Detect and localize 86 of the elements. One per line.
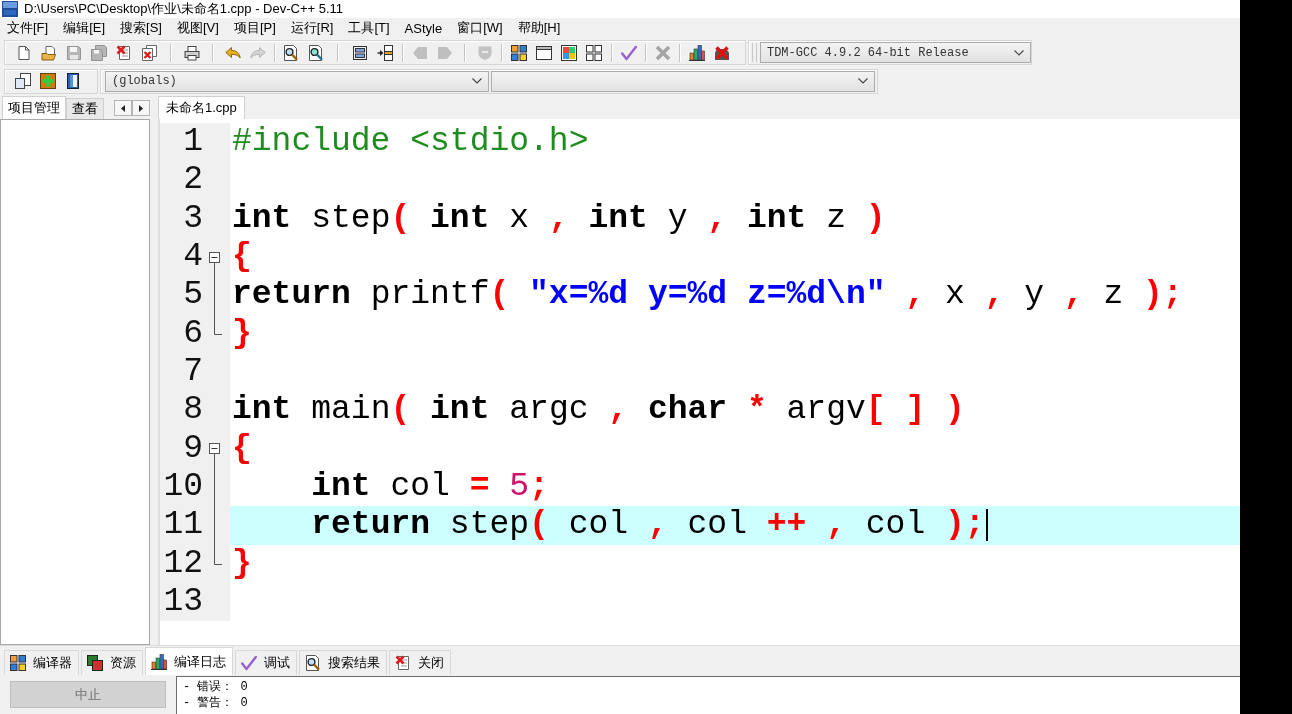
code-line: int col = 5; bbox=[311, 469, 549, 506]
panel-tab[interactable]: 编译器 bbox=[4, 650, 79, 675]
log-line: - 警告： 0 bbox=[183, 696, 248, 710]
code-line: #include <stdio.h> bbox=[232, 124, 589, 161]
pages-icon[interactable] bbox=[14, 73, 31, 89]
menu-item[interactable]: 编辑[E] bbox=[63, 19, 106, 37]
file-tab[interactable]: 未命名1.cpp bbox=[158, 96, 245, 119]
check-icon[interactable] bbox=[620, 44, 637, 61]
tab-scroll-left-button[interactable] bbox=[114, 100, 132, 116]
app-icon bbox=[2, 1, 18, 17]
grid-icon bbox=[10, 655, 26, 671]
code-line: int main( int argc , char * argv[ ] ) bbox=[232, 392, 965, 429]
code-line: int step( int x , int y , int z ) bbox=[232, 200, 886, 237]
log-line: - 错误： 0 bbox=[183, 680, 248, 694]
menu-item[interactable]: 搜索[S] bbox=[120, 19, 162, 37]
printer-icon[interactable] bbox=[183, 44, 200, 61]
code-line: } bbox=[232, 315, 252, 352]
panel-tab[interactable]: 查看 bbox=[66, 98, 104, 119]
code-line: return step( col , col ++ , col ); bbox=[311, 507, 985, 544]
pages-cross-icon[interactable] bbox=[140, 44, 157, 61]
check-icon bbox=[241, 655, 257, 671]
chevron-down-icon bbox=[472, 78, 482, 84]
line-number: 2 bbox=[183, 162, 203, 199]
triangle-left-icon bbox=[121, 104, 125, 112]
triangle-right-icon bbox=[139, 104, 143, 112]
chart-cross-icon[interactable] bbox=[713, 44, 730, 61]
plus-icon[interactable] bbox=[39, 73, 56, 89]
panel-tab[interactable]: 编译日志 bbox=[145, 647, 233, 675]
tab-scroll-right-button[interactable] bbox=[132, 100, 150, 116]
text-cursor bbox=[985, 509, 988, 542]
menu-item[interactable]: 帮助[H] bbox=[517, 19, 561, 37]
menu-item[interactable]: 窗口[W] bbox=[457, 19, 503, 37]
menu-item[interactable]: AStyle bbox=[404, 20, 443, 36]
line-number: 3 bbox=[183, 200, 203, 237]
book-icon[interactable] bbox=[64, 73, 81, 89]
menu-item[interactable]: 文件[F] bbox=[7, 19, 49, 37]
code-line: { bbox=[232, 430, 252, 467]
page-cross-icon bbox=[395, 655, 411, 671]
code-line: { bbox=[232, 239, 252, 276]
line-number: 4 bbox=[183, 239, 203, 276]
arrow-bar-icon[interactable] bbox=[376, 44, 393, 61]
bar-chart-icon bbox=[151, 653, 167, 670]
panel-tab[interactable]: 搜索结果 bbox=[299, 650, 387, 675]
scope-dropdown[interactable]: (globals) bbox=[105, 70, 489, 92]
folder-icon[interactable] bbox=[40, 44, 57, 61]
grid-icon[interactable] bbox=[510, 44, 527, 61]
menu-item[interactable]: 工具[T] bbox=[348, 19, 390, 37]
window-icon[interactable] bbox=[535, 44, 552, 61]
panels-icon[interactable] bbox=[351, 44, 368, 61]
chevron-down-icon bbox=[1014, 49, 1024, 56]
line-number: 10 bbox=[163, 469, 203, 506]
line-number: 1 bbox=[183, 124, 203, 161]
search-icon[interactable] bbox=[282, 44, 299, 61]
fold-end-line bbox=[214, 544, 222, 565]
fold-minus-icon[interactable] bbox=[209, 443, 220, 455]
line-number: 8 bbox=[183, 392, 203, 429]
line-number: 5 bbox=[183, 277, 203, 314]
panel-tab[interactable]: 项目管理 bbox=[2, 96, 66, 119]
line-number: 7 bbox=[183, 354, 203, 391]
line-number: 6 bbox=[183, 315, 203, 352]
panel-tab[interactable]: 资源 bbox=[81, 650, 143, 675]
layers-icon bbox=[87, 655, 103, 671]
menu-item[interactable]: 运行[R] bbox=[290, 19, 334, 37]
search-page-icon[interactable] bbox=[307, 44, 324, 61]
line-number: 9 bbox=[183, 430, 203, 467]
menu-item[interactable]: 项目[P] bbox=[233, 19, 276, 37]
chevron-down-icon bbox=[858, 78, 868, 84]
squares-icon[interactable] bbox=[585, 44, 602, 61]
fold-end-line bbox=[214, 314, 222, 335]
code-line: return printf( "x=%d y=%d z=%d\n" , x , y , z ); bbox=[232, 277, 1183, 314]
line-number: 11 bbox=[163, 507, 203, 544]
window-title: D:\Users\PC\Desktop\作业\未命名1.cpp - Dev-C++ 5.11 bbox=[24, 0, 344, 18]
tiles-icon[interactable] bbox=[560, 44, 577, 61]
bar-chart-icon[interactable] bbox=[688, 44, 705, 61]
page-icon[interactable] bbox=[15, 44, 32, 61]
line-number: 13 bbox=[163, 584, 203, 621]
compiler-dropdown[interactable]: TDM-GCC 4.9.2 64-bit Release bbox=[759, 42, 1031, 63]
panel-tab[interactable]: 调试 bbox=[235, 650, 297, 675]
search-icon bbox=[305, 655, 321, 671]
line-number: 12 bbox=[163, 545, 203, 582]
page-cross-icon[interactable] bbox=[115, 44, 132, 61]
code-line: } bbox=[232, 545, 252, 582]
panel-tab[interactable]: 关闭 bbox=[389, 650, 451, 675]
menu-item[interactable]: 视图[V] bbox=[177, 19, 219, 37]
fold-minus-icon[interactable] bbox=[209, 251, 220, 263]
undo-icon[interactable] bbox=[224, 44, 241, 61]
